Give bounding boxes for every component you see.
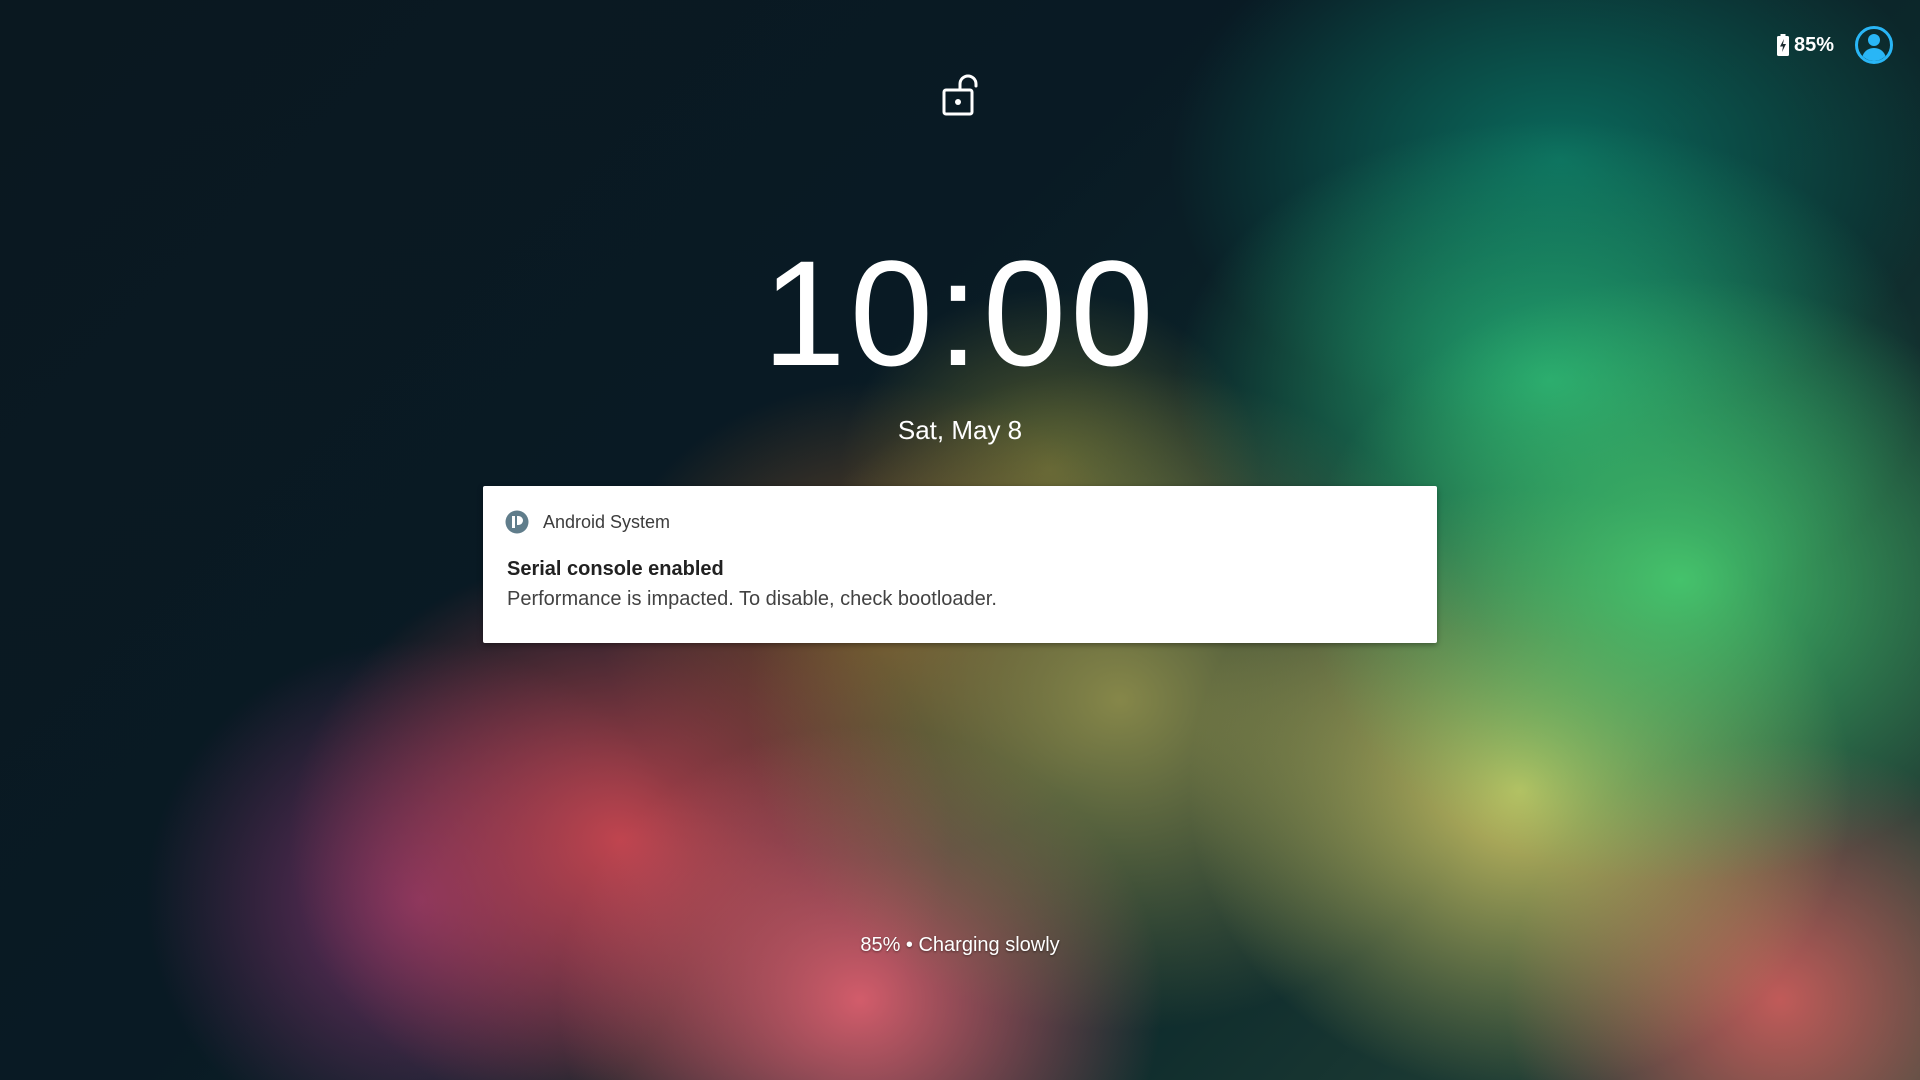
notification-text: Performance is impacted. To disable, che… <box>507 588 997 610</box>
lockscreen-date: Sat, May 8 <box>897 415 1023 445</box>
charging-status: 85% • Charging slowly <box>860 934 1060 956</box>
lock-open-icon[interactable] <box>940 74 980 118</box>
android-system-icon <box>505 510 529 534</box>
notification-card[interactable]: Android System Serial console enabled Pe… <box>483 486 1437 643</box>
battery-charging-icon <box>1776 34 1789 56</box>
account-circle-icon[interactable] <box>1854 25 1894 65</box>
notification-title: Serial console enabled <box>507 558 724 580</box>
notification-header: Android System <box>505 510 670 534</box>
battery-percent: 85% <box>1793 33 1834 56</box>
lockscreen-clock: 10:00 <box>762 229 1158 397</box>
status-bar: 85% <box>1776 25 1894 65</box>
notification-app-name: Android System <box>543 511 671 532</box>
